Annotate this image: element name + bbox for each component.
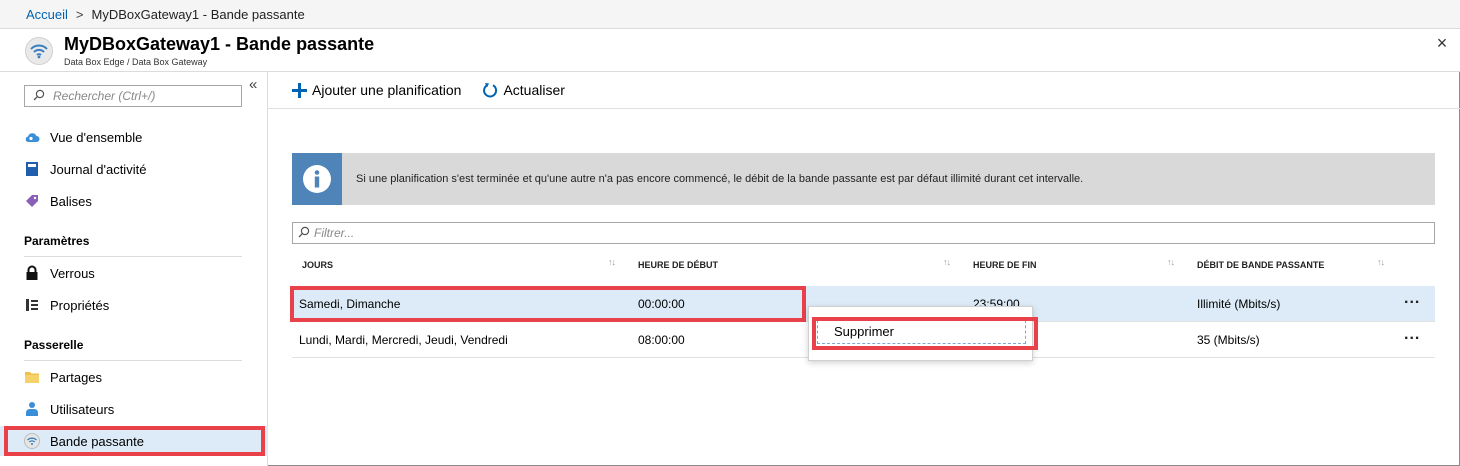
sort-icon[interactable]: ↑↓	[1377, 257, 1385, 267]
cell-bandwidth-rate: 35 (Mbits/s)	[1197, 333, 1260, 347]
page-subtitle: Data Box Edge / Data Box Gateway	[64, 57, 208, 67]
filter-placeholder: Filtrer...	[314, 226, 355, 240]
column-header-end-time[interactable]: HEURE DE FIN	[973, 260, 1037, 270]
info-icon	[292, 153, 342, 205]
blade-header: MyDBoxGateway1 - Bande passante Data Box…	[0, 29, 1460, 72]
cell-days: Lundi, Mardi, Mercredi, Jeudi, Vendredi	[299, 333, 508, 347]
page-title: MyDBoxGateway1 - Bande passante	[64, 34, 375, 54]
sidebar-item-label: Utilisateurs	[50, 401, 115, 417]
tag-icon	[24, 193, 40, 209]
sort-icon[interactable]: ↑↓	[1167, 257, 1175, 267]
breadcrumb-home-link[interactable]: Accueil	[26, 7, 68, 22]
add-schedule-button[interactable]: Ajouter une planification	[290, 81, 461, 99]
cell-bandwidth-rate: Illimité (Mbits/s)	[1197, 297, 1281, 311]
highlight-box	[290, 286, 806, 322]
command-bar: Ajouter une planification Actualiser	[268, 72, 1460, 109]
info-message: Si une planification s'est terminée et q…	[356, 173, 1084, 185]
column-header-start-time[interactable]: HEURE DE DÉBUT	[638, 260, 718, 270]
more-options-icon[interactable]: ...	[1404, 290, 1420, 308]
refresh-icon	[481, 81, 499, 99]
sidebar-divider	[24, 360, 242, 361]
collapse-sidebar-icon[interactable]: «	[249, 76, 257, 93]
sidebar-item-label: Propriétés	[50, 297, 110, 313]
properties-icon	[24, 297, 40, 313]
sidebar-item-tags[interactable]: Balises	[0, 186, 268, 216]
sidebar-item-label: Verrous	[50, 265, 95, 281]
lock-icon	[24, 265, 40, 281]
folder-icon	[24, 369, 40, 385]
sidebar-item-overview[interactable]: Vue d'ensemble	[0, 122, 268, 152]
sidebar-item-label: Vue d'ensemble	[50, 129, 143, 145]
sidebar-item-activity-log[interactable]: Journal d'activité	[0, 154, 268, 184]
sidebar-divider	[24, 256, 242, 257]
add-schedule-label: Ajouter une planification	[312, 82, 462, 98]
user-icon	[24, 401, 40, 417]
plus-icon	[290, 81, 308, 99]
search-icon	[298, 226, 310, 241]
close-icon[interactable]: ×	[1432, 33, 1452, 53]
breadcrumb-separator: >	[75, 6, 84, 22]
sort-icon[interactable]: ↑↓	[943, 257, 951, 267]
search-icon	[33, 89, 45, 104]
filter-input[interactable]: Filtrer...	[292, 222, 1435, 244]
breadcrumb-current: MyDBoxGateway1 - Bande passante	[91, 6, 305, 22]
breadcrumb: Accueil > MyDBoxGateway1 - Bande passant…	[0, 0, 1460, 29]
sidebar-section-parameters: Paramètres	[24, 234, 90, 248]
refresh-label: Actualiser	[503, 82, 565, 98]
book-icon	[24, 161, 40, 177]
highlight-box	[4, 426, 265, 456]
wifi-icon	[25, 37, 53, 65]
sidebar-item-properties[interactable]: Propriétés	[0, 290, 268, 320]
search-placeholder: Rechercher (Ctrl+/)	[53, 89, 156, 103]
refresh-button[interactable]: Actualiser	[481, 81, 565, 99]
sidebar-item-shares[interactable]: Partages	[0, 362, 268, 392]
sidebar-item-label: Partages	[50, 369, 103, 385]
info-banner: Si une planification s'est terminée et q…	[292, 153, 1435, 205]
sort-icon[interactable]: ↑↓	[608, 257, 616, 267]
highlight-box	[812, 317, 1038, 350]
sidebar-item-label: Journal d'activité	[50, 161, 147, 177]
sidebar-item-users[interactable]: Utilisateurs	[0, 394, 268, 424]
sidebar-search-input[interactable]: Rechercher (Ctrl+/)	[24, 85, 242, 107]
column-header-bandwidth-rate[interactable]: DÉBIT DE BANDE PASSANTE	[1197, 260, 1324, 270]
column-header-days[interactable]: JOURS	[302, 260, 333, 270]
sidebar-section-gateway: Passerelle	[24, 338, 84, 352]
cloud-icon	[24, 129, 40, 145]
more-options-icon[interactable]: ...	[1404, 326, 1420, 344]
sidebar-item-locks[interactable]: Verrous	[0, 258, 268, 288]
sidebar-item-label: Balises	[50, 193, 92, 209]
cell-start-time: 08:00:00	[638, 333, 685, 347]
